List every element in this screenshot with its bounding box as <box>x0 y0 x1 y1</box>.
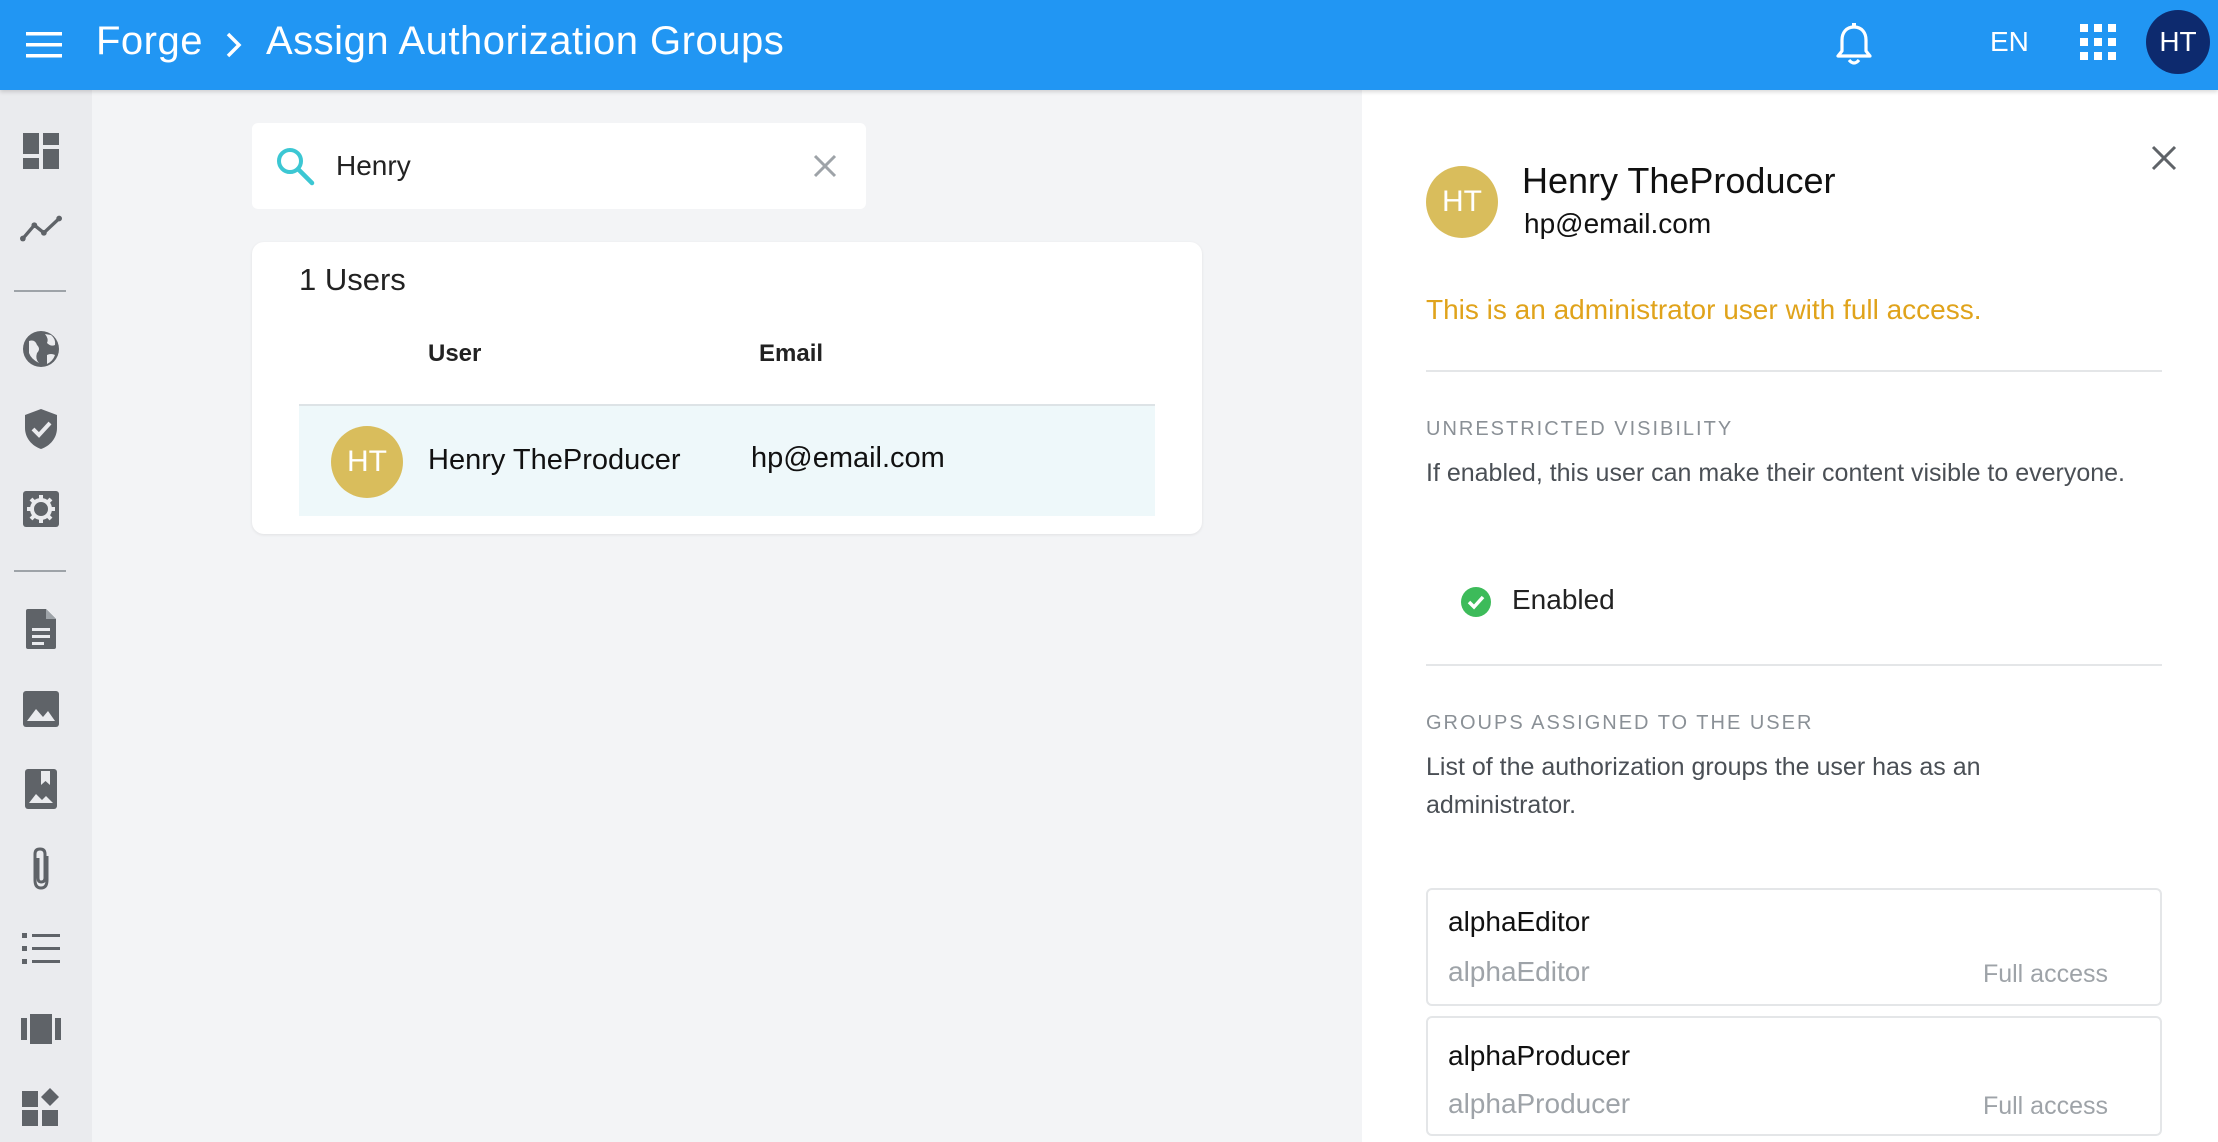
visibility-heading: UNRESTRICTED VISIBILITY <box>1426 418 1734 440</box>
settings-icon[interactable] <box>20 488 62 530</box>
groups-description: List of the authorization groups the use… <box>1426 753 1981 819</box>
shield-check-icon[interactable] <box>20 408 62 450</box>
globe-icon[interactable] <box>20 328 62 370</box>
users-card: 1 Users User Email HT Henry TheProducer … <box>252 242 1202 534</box>
sidebar-divider <box>14 570 66 572</box>
group-access: Full access <box>1982 1092 2108 1120</box>
check-circle-icon <box>1460 586 1492 618</box>
chevron-right-icon <box>220 28 248 62</box>
table-row[interactable]: HT Henry TheProducer hp@email.com <box>299 404 1155 516</box>
analytics-icon[interactable] <box>20 208 62 250</box>
group-subtitle: alphaProducer <box>1448 1088 1631 1119</box>
group-title: alphaProducer <box>1448 1040 1631 1071</box>
sidebar-divider <box>14 290 66 292</box>
column-header-user: User <box>428 340 482 367</box>
dashboard-icon[interactable] <box>20 130 62 172</box>
apps-grid-icon[interactable] <box>2078 22 2118 62</box>
visibility-status: Enabled <box>1512 584 1615 615</box>
close-icon[interactable] <box>2144 138 2184 178</box>
avatar: HT <box>331 426 403 498</box>
breadcrumb-app-name[interactable]: Forge <box>96 19 203 64</box>
image-icon[interactable] <box>20 688 62 730</box>
admin-notice: This is an administrator user with full … <box>1426 294 1982 325</box>
user-avatar[interactable]: HT <box>2146 10 2210 74</box>
group-item[interactable]: alphaEditor alphaEditor Full access <box>1426 888 2162 1006</box>
clear-search-icon[interactable] <box>806 147 844 185</box>
top-app-bar: Forge Assign Authorization Groups EN HT <box>0 0 2218 90</box>
language-selector[interactable]: EN <box>1990 26 2029 58</box>
search-input[interactable] <box>336 143 766 189</box>
divider <box>1426 664 2162 666</box>
visibility-description: If enabled, this user can make their con… <box>1426 459 2125 487</box>
detail-user-name: Henry TheProducer <box>1522 160 1836 201</box>
menu-icon[interactable] <box>22 24 66 66</box>
avatar: HT <box>1426 166 1498 238</box>
bookmark-image-icon[interactable] <box>20 768 62 810</box>
notification-bell-icon[interactable] <box>1832 22 1876 68</box>
carousel-icon[interactable] <box>20 1008 62 1050</box>
search-icon <box>274 145 316 187</box>
document-icon[interactable] <box>20 608 62 650</box>
list-icon[interactable] <box>20 928 62 970</box>
divider <box>1426 370 2162 372</box>
group-access: Full access <box>1982 960 2108 988</box>
search-box <box>252 123 866 209</box>
group-subtitle: alphaEditor <box>1448 956 1590 987</box>
group-title: alphaEditor <box>1448 906 1590 937</box>
user-email: hp@email.com <box>751 442 945 474</box>
column-header-email: Email <box>759 340 824 367</box>
sidebar <box>0 90 92 1142</box>
user-name: Henry TheProducer <box>428 444 681 476</box>
attachment-icon[interactable] <box>20 847 62 890</box>
widgets-icon[interactable] <box>20 1086 62 1128</box>
groups-heading: GROUPS ASSIGNED TO THE USER <box>1426 712 1814 734</box>
group-item[interactable]: alphaProducer alphaProducer Full access <box>1426 1016 2162 1136</box>
user-detail-panel: HT Henry TheProducer hp@email.com This i… <box>1362 90 2218 1142</box>
detail-user-email: hp@email.com <box>1524 208 1712 239</box>
users-count: 1 Users <box>299 262 406 297</box>
page-title: Assign Authorization Groups <box>266 19 785 63</box>
